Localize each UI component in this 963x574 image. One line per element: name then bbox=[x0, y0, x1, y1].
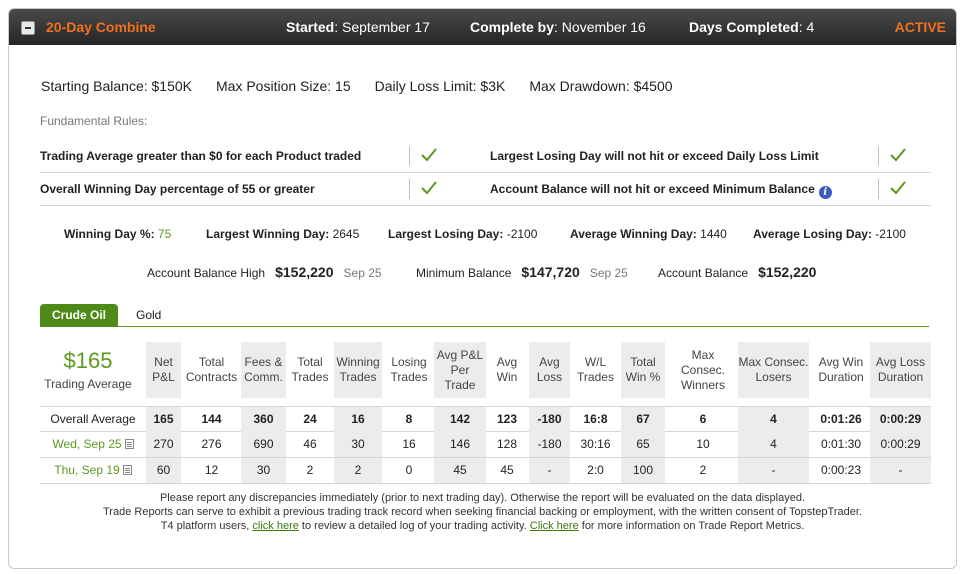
row-link-sep-19[interactable]: Thu, Sep 19 bbox=[40, 458, 146, 483]
started-info: Started: September 17 bbox=[286, 19, 430, 35]
account-balance: Account Balance $152,220 bbox=[658, 264, 817, 280]
info-icon[interactable]: i bbox=[818, 186, 832, 199]
check-icon bbox=[889, 179, 907, 197]
complete-by-info: Complete by: November 16 bbox=[470, 19, 646, 35]
rule-label: Account Balance will not hit or exceed M… bbox=[490, 182, 832, 199]
footer-line-3: T4 platform users, click here to review … bbox=[160, 520, 805, 532]
rule-row: Trading Average greater than $0 for each… bbox=[40, 140, 931, 173]
combine-header: 20-Day Combine Started: September 17 Com… bbox=[9, 9, 956, 45]
max-drawdown: Max Drawdown: $4500 bbox=[529, 78, 673, 94]
check-icon bbox=[889, 146, 907, 164]
metrics-info-link[interactable]: Click here bbox=[530, 520, 579, 532]
col-avg-loss: Avg Loss bbox=[529, 342, 570, 398]
col-avg-win-duration: Avg Win Duration bbox=[818, 355, 864, 384]
col-avg-win: Avg Win bbox=[496, 355, 518, 384]
check-icon bbox=[420, 146, 438, 164]
status-badge: ACTIVE bbox=[894, 19, 946, 35]
tab-gold[interactable]: Gold bbox=[124, 304, 173, 327]
rule-label: Largest Losing Day will not hit or excee… bbox=[490, 149, 819, 163]
row-label: Overall Average bbox=[50, 412, 136, 426]
footer-notes: Please report any discrepancies immediat… bbox=[9, 491, 956, 533]
col-max-consec-losers: Max Consec. Losers bbox=[738, 342, 809, 398]
activity-log-link[interactable]: click here bbox=[252, 520, 298, 532]
table-row: Overall Average 165 144 360 24 16 8 142 … bbox=[40, 406, 931, 432]
trades-table: $165 Trading Average Net P&L Total Contr… bbox=[40, 342, 931, 484]
starting-balance: Starting Balance: $150K bbox=[41, 78, 192, 94]
collapse-icon[interactable] bbox=[21, 21, 35, 35]
fundamental-rules-title: Fundamental Rules: bbox=[40, 114, 148, 128]
col-net-pnl: Net P&L bbox=[146, 342, 181, 398]
col-losing-trades: Losing Trades bbox=[390, 355, 428, 384]
col-avg-loss-duration: Avg Loss Duration bbox=[870, 342, 931, 398]
row-link-sep-25[interactable]: Wed, Sep 25 bbox=[40, 432, 146, 457]
col-max-consec-winners: Max Consec. Winners bbox=[680, 347, 726, 392]
report-doc-icon[interactable] bbox=[124, 439, 134, 449]
product-tabs: Crude Oil Gold bbox=[40, 304, 929, 327]
col-total-contracts: Total Contracts bbox=[185, 355, 238, 384]
days-completed-info: Days Completed: 4 bbox=[689, 19, 815, 35]
trading-average: $165 Trading Average bbox=[40, 342, 136, 398]
col-total-trades: Total Trades bbox=[291, 355, 329, 384]
average-losing-day: Average Losing Day: -2100 bbox=[753, 227, 906, 241]
table-row: Thu, Sep 19 60 12 30 2 2 0 45 45 - 2:0 1… bbox=[40, 458, 931, 484]
largest-losing-day: Largest Losing Day: -2100 bbox=[388, 227, 538, 241]
minimum-balance: Minimum Balance $147,720 Sep 25 bbox=[416, 264, 628, 280]
trading-average-label: Trading Average bbox=[44, 377, 132, 391]
tab-crude-oil[interactable]: Crude Oil bbox=[40, 304, 119, 327]
check-icon bbox=[420, 179, 438, 197]
average-winning-day: Average Winning Day: 1440 bbox=[570, 227, 727, 241]
report-doc-icon[interactable] bbox=[122, 465, 132, 475]
col-avg-pnl-trade: Avg P&L Per Trade bbox=[434, 342, 486, 398]
col-wl-trades: W/L Trades bbox=[577, 355, 614, 384]
table-header: $165 Trading Average Net P&L Total Contr… bbox=[40, 342, 931, 398]
rule-label: Overall Winning Day percentage of 55 or … bbox=[40, 182, 315, 196]
rules-table: Trading Average greater than $0 for each… bbox=[40, 140, 931, 206]
rule-row: Overall Winning Day percentage of 55 or … bbox=[40, 173, 931, 206]
col-winning-trades: Winning Trades bbox=[334, 342, 382, 398]
max-position-size: Max Position Size: 15 bbox=[216, 78, 351, 94]
footer-line-2: Trade Reports can serve to exhibit a pre… bbox=[103, 506, 862, 518]
trading-average-value: $165 bbox=[63, 348, 113, 373]
largest-winning-day: Largest Winning Day: 2645 bbox=[206, 227, 360, 241]
account-balance-high: Account Balance High $152,220 Sep 25 bbox=[147, 264, 382, 280]
account-limits: Starting Balance: $150K Max Position Siz… bbox=[41, 78, 673, 94]
winning-day-pct: Winning Day %: 75 bbox=[64, 227, 172, 241]
table-row: Wed, Sep 25 270 276 690 46 30 16 146 128… bbox=[40, 432, 931, 458]
col-total-win-pct: Total Win % bbox=[621, 342, 665, 398]
rule-label: Trading Average greater than $0 for each… bbox=[40, 149, 362, 163]
daily-loss-limit: Daily Loss Limit: $3K bbox=[374, 78, 506, 94]
col-fees: Fees & Comm. bbox=[241, 342, 286, 398]
combine-panel: 20-Day Combine Started: September 17 Com… bbox=[8, 8, 957, 569]
combine-title: 20-Day Combine bbox=[46, 19, 156, 35]
footer-line-1: Please report any discrepancies immediat… bbox=[159, 492, 806, 504]
